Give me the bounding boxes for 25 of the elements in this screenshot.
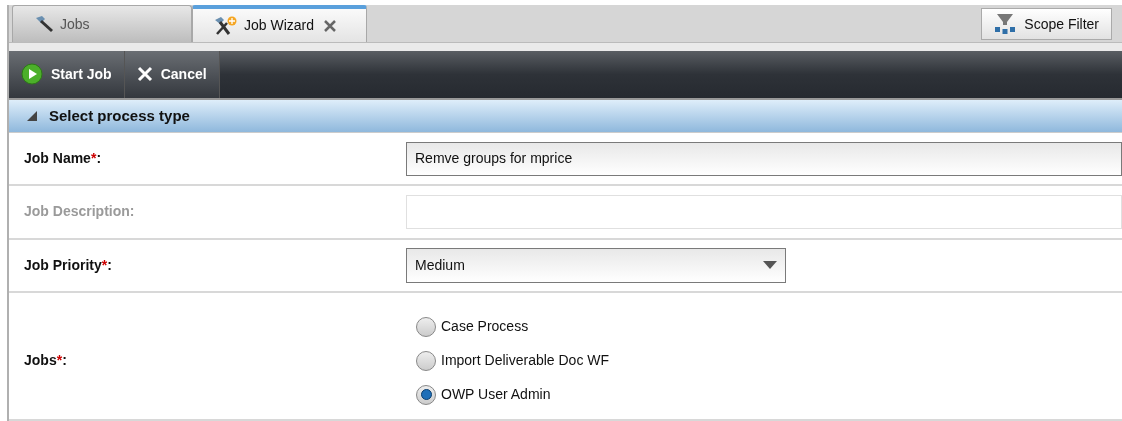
priority-dropdown[interactable]: Medium — [406, 247, 786, 283]
tools-icon — [213, 15, 239, 36]
caret-icon — [763, 261, 777, 270]
toolbar-button[interactable]: Start Job — [9, 51, 125, 98]
radio-option[interactable]: Case Process — [416, 316, 610, 338]
close-icon[interactable] — [323, 18, 338, 33]
radio-button[interactable] — [416, 350, 436, 371]
field-label: Jobs*: — [24, 351, 68, 371]
scope-filter-button[interactable]: Scope Filter — [981, 8, 1112, 41]
tab[interactable]: Jobs — [12, 5, 192, 43]
section-header[interactable]: Select process type — [9, 99, 1122, 134]
field-label: Job Name*: — [24, 149, 103, 169]
field-label: Job Description: — [24, 202, 136, 222]
radio-button[interactable] — [416, 316, 436, 337]
toolbar-button[interactable]: Cancel — [124, 51, 220, 98]
tab[interactable]: Job Wizard — [192, 5, 367, 43]
play-icon — [21, 63, 43, 86]
filter-icon — [994, 13, 1017, 36]
radio-button[interactable] — [416, 384, 436, 405]
radio-option[interactable]: OWP User Admin — [416, 384, 610, 406]
text-field[interactable]: Remve groups for mprice — [406, 141, 1122, 176]
close-icon — [136, 66, 153, 83]
radio-option[interactable]: Import Deliverable Doc WF — [416, 350, 610, 372]
expand-triangle-icon — [27, 110, 37, 121]
field-label: Job Priority*: — [24, 255, 113, 275]
